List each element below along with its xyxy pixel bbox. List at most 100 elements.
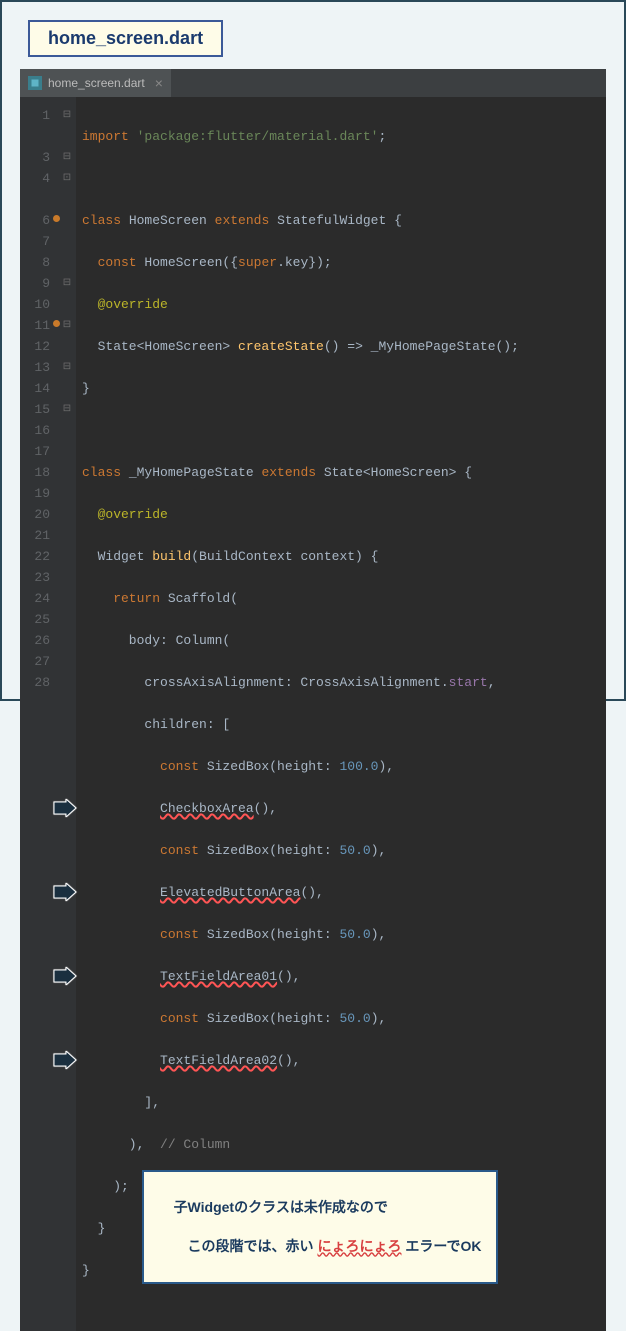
gutter-line: 18 (24, 462, 50, 483)
fold-toggle[interactable]: ⊟ (58, 399, 76, 420)
annotation-line1: 子Widgetのクラスは未作成なので (174, 1199, 388, 1215)
fold-toggle (58, 294, 76, 315)
code-line: Widget build(BuildContext context) { (82, 546, 600, 567)
close-icon[interactable]: × (155, 75, 163, 91)
error-checkboxarea: CheckboxArea (160, 801, 254, 816)
gutter-line: 8 (24, 252, 50, 273)
gutter-line: 6 (24, 210, 50, 231)
code-line: ElevatedButtonArea(), (82, 882, 600, 903)
fold-toggle (58, 567, 76, 588)
error-textfieldarea01: TextFieldArea01 (160, 969, 277, 984)
fold-toggle (58, 336, 76, 357)
fold-toggle (58, 210, 76, 231)
tab-label: home_screen.dart (48, 76, 145, 90)
gutter-line: 15 (24, 399, 50, 420)
tab-bar: home_screen.dart × (20, 69, 606, 97)
arrow-icon (52, 883, 78, 901)
code-line: State<HomeScreen> createState() => _MyHo… (82, 336, 600, 357)
annotation-line2b: エラーでOK (401, 1238, 481, 1254)
gutter-line: 3 (24, 147, 50, 168)
code-content[interactable]: import 'package:flutter/material.dart'; … (76, 97, 606, 1331)
gutter-line: 20 (24, 504, 50, 525)
code-line: class _MyHomePageState extends State<Hom… (82, 462, 600, 483)
gutter-line: 11 (24, 315, 50, 336)
code-line: const SizedBox(height: 50.0), (82, 1008, 600, 1029)
fold-toggle (58, 483, 76, 504)
override-marker-icon[interactable] (53, 320, 60, 327)
fold-toggle (58, 126, 76, 147)
gutter-line: 13 (24, 357, 50, 378)
gutter-line (24, 126, 50, 147)
gutter-line: 24 (24, 588, 50, 609)
code-line: } (82, 378, 600, 399)
fold-toggle (58, 378, 76, 399)
code-line: import 'package:flutter/material.dart'; (82, 126, 600, 147)
gutter-line: 17 (24, 441, 50, 462)
fold-toggle (58, 546, 76, 567)
gutter-line: 19 (24, 483, 50, 504)
arrow-icon (52, 1051, 78, 1069)
code-line (82, 420, 600, 441)
fold-toggle[interactable]: ⊟ (58, 273, 76, 294)
fold-toggle[interactable]: ⊟ (58, 105, 76, 126)
code-line: const SizedBox(height: 50.0), (82, 924, 600, 945)
gutter-line: 12 (24, 336, 50, 357)
code-line: ), // Column (82, 1134, 600, 1155)
fold-toggle (58, 504, 76, 525)
code-line: } (82, 1260, 600, 1281)
code-line: TextFieldArea02(), (82, 1050, 600, 1071)
gutter-line: 10 (24, 294, 50, 315)
file-tab[interactable]: home_screen.dart × (20, 69, 171, 97)
fold-toggle (58, 420, 76, 441)
gutter-line: 26 (24, 630, 50, 651)
fold-toggle (58, 441, 76, 462)
gutter-line: 14 (24, 378, 50, 399)
gutter-line: 21 (24, 525, 50, 546)
dart-file-icon (28, 76, 42, 90)
gutter-line: 1 (24, 105, 50, 126)
file-title-badge: home_screen.dart (28, 20, 223, 57)
fold-toggle[interactable]: ⊡ (58, 168, 76, 189)
code-line: class HomeScreen extends StatefulWidget … (82, 210, 600, 231)
fold-toggle[interactable]: ⊟ (58, 315, 76, 336)
gutter-line: 25 (24, 609, 50, 630)
fold-toggle (58, 525, 76, 546)
fold-toggle (58, 672, 76, 693)
annotation-red-text: にょろにょろ (317, 1238, 401, 1254)
gutter-line: 28 (24, 672, 50, 693)
gutter-line: 9 (24, 273, 50, 294)
error-textfieldarea02: TextFieldArea02 (160, 1053, 277, 1068)
gutter-line (24, 189, 50, 210)
code-editor: home_screen.dart × 134678910111213141516… (20, 69, 606, 1331)
gutter-line: 16 (24, 420, 50, 441)
code-line: const SizedBox(height: 50.0), (82, 840, 600, 861)
arrow-icon (52, 799, 78, 817)
fold-toggle (58, 651, 76, 672)
code-line: } (82, 1218, 600, 1239)
code-line: const SizedBox(height: 100.0), (82, 756, 600, 777)
code-line: ); 子Widgetのクラスは未作成なので この段階では、赤い にょろにょろ エ… (82, 1176, 600, 1197)
code-line: crossAxisAlignment: CrossAxisAlignment.s… (82, 672, 600, 693)
override-marker-icon[interactable] (53, 215, 60, 222)
code-line: @override (82, 504, 600, 525)
code-line: CheckboxArea(), (82, 798, 600, 819)
gutter: 1346789101112131415161718192021222324252… (20, 97, 58, 1331)
code-line: @override (82, 294, 600, 315)
code-line: return Scaffold( (82, 588, 600, 609)
gutter-line: 23 (24, 567, 50, 588)
fold-toggle (58, 609, 76, 630)
fold-column: ⊟⊟⊡⊟⊟⊟⊟ (58, 97, 76, 1331)
code-line (82, 168, 600, 189)
fold-toggle (58, 231, 76, 252)
fold-toggle (58, 630, 76, 651)
error-elevatedbuttonarea: ElevatedButtonArea (160, 885, 300, 900)
fold-toggle (58, 252, 76, 273)
code-line: const HomeScreen({super.key}); (82, 252, 600, 273)
fold-toggle[interactable]: ⊟ (58, 357, 76, 378)
gutter-line: 27 (24, 651, 50, 672)
fold-toggle (58, 462, 76, 483)
fold-toggle[interactable]: ⊟ (58, 147, 76, 168)
gutter-line: 7 (24, 231, 50, 252)
code-line: TextFieldArea01(), (82, 966, 600, 987)
annotation-line2a: この段階では、赤い (174, 1238, 318, 1254)
